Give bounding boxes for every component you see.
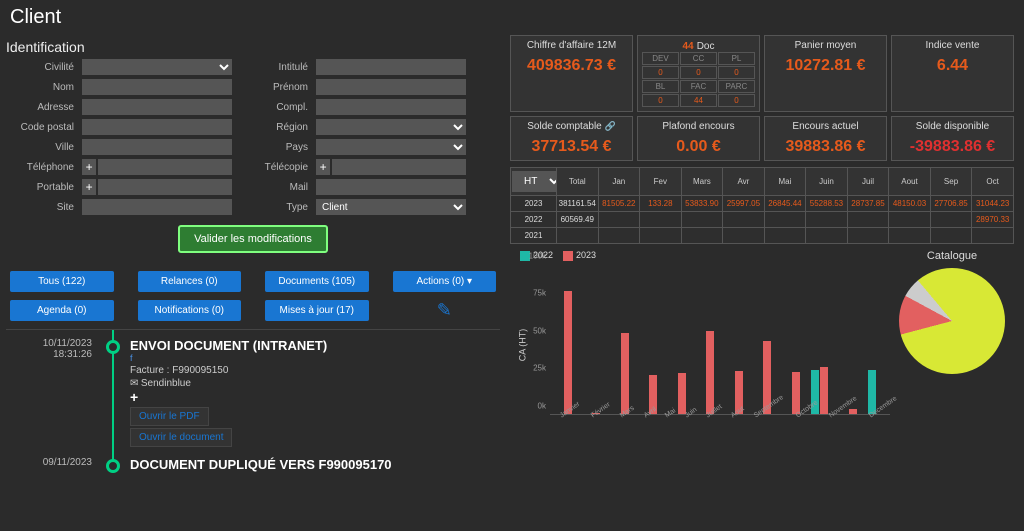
input-pays[interactable] (316, 139, 466, 155)
timeline-date: 09/11/2023 (6, 457, 92, 468)
sales-table: HTTotalJanFevMarsAvrMaiJuinJuilAoutSepOc… (510, 167, 1014, 244)
label-pays: Pays (240, 142, 308, 153)
timeline-date: 10/11/2023 (6, 338, 92, 349)
kpi-panier: Panier moyen 10272.81 € (764, 35, 887, 112)
input-telephone[interactable] (98, 159, 232, 175)
bar-chart: 20222023 CA (HT) 0k25k50k75k100k Janvier… (510, 250, 890, 430)
label-adresse: Adresse (6, 102, 74, 113)
timeline-subtitle: Facture : F990095150 (130, 365, 500, 376)
table-row: 2023381161.5481505.22133.2853833.9025997… (511, 196, 1014, 212)
kpi-encours: Encours actuel 39883.86 € (764, 116, 887, 161)
input-region[interactable] (316, 119, 466, 135)
bar-2023-Octobre (820, 367, 828, 414)
input-civilite[interactable] (82, 59, 232, 75)
kpi-docs: 44 Doc DEVCCPL000BLFACPARC0440 (637, 35, 760, 112)
kpi-plafond: Plafond encours 0.00 € (637, 116, 760, 161)
pie-title: Catalogue (890, 250, 1014, 262)
validate-button[interactable]: Valider les modifications (178, 225, 328, 253)
kpi-ca12m: Chiffre d'affaire 12M 409836.73 € (510, 35, 633, 112)
open-pdf-button[interactable]: Ouvrir le PDF (130, 407, 209, 426)
label-telephone: Téléphone (6, 162, 74, 173)
right-panel: Chiffre d'affaire 12M 409836.73 € 44 Doc… (506, 35, 1018, 480)
add-fax-button[interactable]: + (316, 159, 330, 175)
identification-form: Civilité Intitulé Nom Prénom Adresse Com… (6, 59, 500, 215)
facebook-icon: f (130, 353, 500, 363)
timeline-sender: ✉ Sendinblue (130, 378, 500, 389)
kpi-dispo: Solde disponible -39883.86 € (891, 116, 1014, 161)
label-site: Site (6, 202, 74, 213)
bar-2023-Novembre (849, 409, 857, 414)
timeline-dot-icon (106, 340, 120, 354)
label-compl: Compl. (240, 102, 308, 113)
input-type[interactable]: Client (316, 199, 466, 215)
filter-agenda[interactable]: Agenda (0) (10, 300, 114, 321)
page-title: Client (0, 0, 1024, 35)
input-codepostal[interactable] (82, 119, 232, 135)
timeline-time: 18:31:26 (6, 349, 92, 360)
label-codepostal: Code postal (6, 122, 74, 133)
timeline-dot-icon (106, 459, 120, 473)
open-doc-button[interactable]: Ouvrir le document (130, 428, 232, 447)
label-telecopie: Télécopie (240, 162, 308, 173)
add-phone-button[interactable]: + (82, 159, 96, 175)
add-mobile-button[interactable]: + (82, 179, 96, 195)
filter-relances[interactable]: Relances (0) (138, 271, 242, 292)
input-portable[interactable] (98, 179, 232, 195)
pie-chart: Catalogue (890, 250, 1014, 430)
label-nom: Nom (6, 82, 74, 93)
filter-maj[interactable]: Mises à jour (17) (265, 300, 369, 321)
label-ville: Ville (6, 142, 74, 153)
input-telecopie[interactable] (332, 159, 466, 175)
expand-icon[interactable]: + (130, 389, 500, 405)
input-prenom[interactable] (316, 79, 466, 95)
input-adresse[interactable] (82, 99, 232, 115)
left-panel: Identification Civilité Intitulé Nom Pré… (0, 35, 506, 480)
input-intitule[interactable] (316, 59, 466, 75)
kpi-dispo-value: -39883.86 € (896, 138, 1009, 156)
table-row: 202260569.4928970.33 (511, 212, 1014, 228)
input-ville[interactable] (82, 139, 232, 155)
label-intitule: Intitulé (240, 62, 308, 73)
label-portable: Portable (6, 182, 74, 193)
filter-actions[interactable]: Actions (0) ▾ (393, 271, 497, 292)
label-mail: Mail (240, 182, 308, 193)
label-civilite: Civilité (6, 62, 74, 73)
kpi-solde-value: 37713.54 € (515, 138, 628, 156)
table-row: 2021 (511, 228, 1014, 244)
input-compl[interactable] (316, 99, 466, 115)
timeline-title: ENVOI DOCUMENT (INTRANET) (130, 338, 500, 353)
filter-documents[interactable]: Documents (105) (265, 271, 369, 292)
kpi-panier-value: 10272.81 € (769, 57, 882, 75)
filter-tous[interactable]: Tous (122) (10, 271, 114, 292)
input-nom[interactable] (82, 79, 232, 95)
kpi-plafond-value: 0.00 € (642, 138, 755, 156)
kpi-indice: Indice vente 6.44 (891, 35, 1014, 112)
identification-title: Identification (6, 35, 500, 59)
kpi-indice-value: 6.44 (896, 57, 1009, 75)
ht-select[interactable]: HT (512, 171, 557, 192)
bar-2023-Janvier (564, 291, 572, 413)
filter-buttons: Tous (122) Relances (0) Documents (105) … (6, 263, 500, 329)
input-mail[interactable] (316, 179, 466, 195)
kpi-ca12m-value: 409836.73 € (515, 57, 628, 75)
kpi-encours-value: 39883.86 € (769, 138, 882, 156)
timeline: 10/11/2023 18:31:26 ENVOI DOCUMENT (INTR… (6, 329, 500, 472)
timeline-title: DOCUMENT DUPLIQUÉ VERS F990095170 (130, 457, 500, 472)
input-site[interactable] (82, 199, 232, 215)
label-type: Type (240, 202, 308, 213)
timeline-item: 10/11/2023 18:31:26 ENVOI DOCUMENT (INTR… (6, 338, 500, 449)
kpi-solde[interactable]: Solde comptable 🔗 37713.54 € (510, 116, 633, 161)
link-icon: 🔗 (605, 121, 616, 131)
label-region: Région (240, 122, 308, 133)
edit-icon[interactable]: ✎ (393, 300, 497, 321)
filter-notifications[interactable]: Notifications (0) (138, 300, 242, 321)
label-prenom: Prénom (240, 82, 308, 93)
timeline-item: 09/11/2023 DOCUMENT DUPLIQUÉ VERS F99009… (6, 457, 500, 472)
bar-2023-Juin (706, 331, 714, 414)
